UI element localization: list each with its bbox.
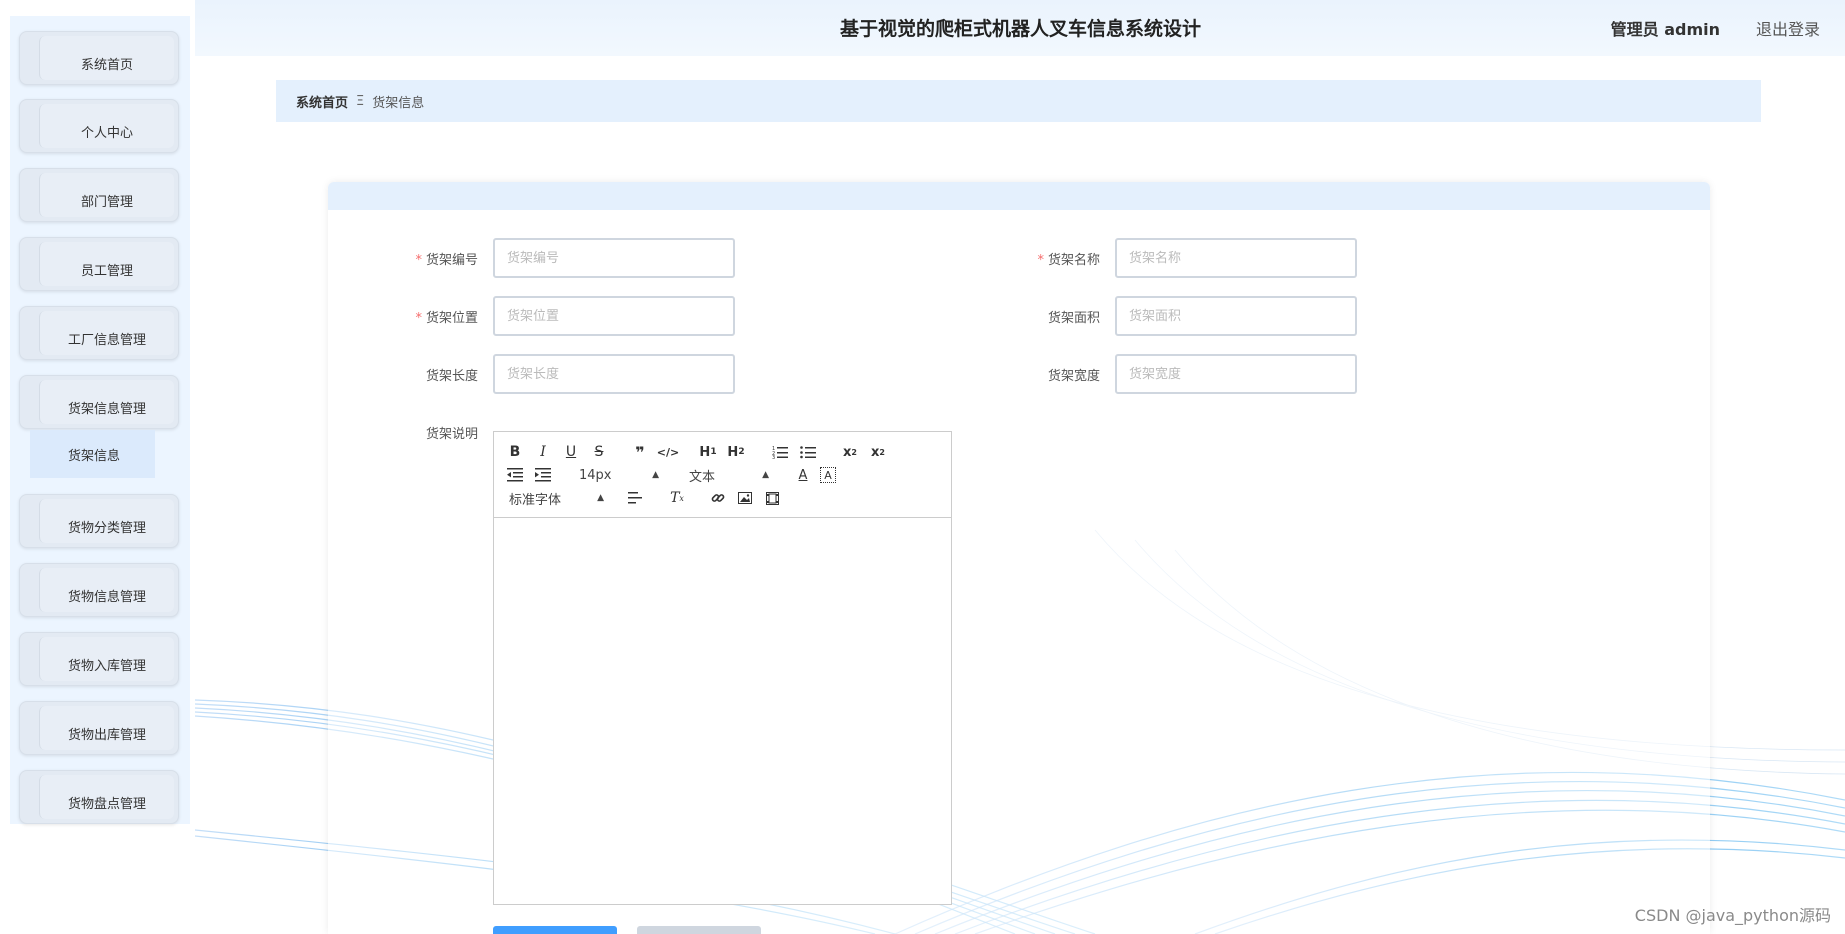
bullet-list-icon[interactable] xyxy=(797,442,819,462)
shelf-location-label-text: 货架位置 xyxy=(425,311,478,326)
breadcrumb-current: 货架信息 xyxy=(372,95,425,111)
breadcrumb-separator-icon: Ξ xyxy=(356,93,365,109)
shelf-form: *货架编号 *货架名称 *货架位置 货架面积 货架长度 货架宽度 货架说明 B … xyxy=(328,182,1710,934)
logout-link[interactable]: 退出登录 xyxy=(1756,16,1820,40)
sidebar-item-goods-outbound[interactable]: 货物出库管理 xyxy=(19,701,179,755)
italic-icon[interactable]: I xyxy=(532,442,554,462)
ordered-list-icon[interactable]: 123 xyxy=(769,442,791,462)
sidebar-item-label: 系统首页 xyxy=(39,36,174,80)
required-mark: * xyxy=(1037,253,1044,268)
breadcrumb-home[interactable]: 系统首页 xyxy=(296,92,348,111)
sidebar-item-label: 货物盘点管理 xyxy=(39,775,174,819)
watermark: CSDN @java_python源码 xyxy=(1634,906,1831,925)
rich-text-editor: B I U S ❞ </> H1 H2 123 x2 x2 14px ▲ 文本 … xyxy=(493,431,952,905)
sidebar-item-factory[interactable]: 工厂信息管理 xyxy=(19,306,179,360)
sidebar-item-label: 货物入库管理 xyxy=(39,637,174,681)
required-mark: * xyxy=(415,311,422,326)
shelf-length-input[interactable] xyxy=(493,354,735,394)
top-header: 基于视觉的爬柜式机器人叉车信息系统设计 管理员 admin 退出登录 xyxy=(195,0,1845,56)
sidebar-item-shelf[interactable]: 货架信息管理 xyxy=(19,375,179,429)
shelf-no-label: * 货架编号 xyxy=(398,249,478,268)
underline-icon[interactable]: U xyxy=(560,442,582,462)
sidebar-item-goods-category[interactable]: 货物分类管理 xyxy=(19,494,179,548)
sidebar-item-personal-center[interactable]: 个人中心 xyxy=(19,99,179,153)
shelf-location-label: * 货架位置 xyxy=(398,307,478,326)
current-user: 管理员 admin xyxy=(1610,20,1720,39)
font-family-value: 标准字体 xyxy=(509,492,562,508)
image-icon[interactable] xyxy=(734,488,756,508)
sidebar-item-label: 个人中心 xyxy=(39,104,174,148)
header1-icon[interactable]: H1 xyxy=(697,442,719,462)
editor-toolbar: B I U S ❞ </> H1 H2 123 x2 x2 14px ▲ 文本 … xyxy=(494,432,951,518)
subscript-icon[interactable]: x2 xyxy=(839,442,861,462)
block-type-select[interactable]: 文本 ▲ xyxy=(689,465,769,485)
sidebar-item-label: 货物分类管理 xyxy=(39,499,174,543)
breadcrumb: 系统首页 Ξ 货架信息 xyxy=(276,80,1761,122)
shelf-desc-label: 货架说明 xyxy=(425,427,478,442)
font-size-value: 14px xyxy=(579,467,612,483)
font-color-icon[interactable]: A xyxy=(792,465,814,485)
sidebar-item-label: 员工管理 xyxy=(39,242,174,286)
shelf-width-input[interactable] xyxy=(1115,354,1357,394)
indent-icon[interactable] xyxy=(532,465,554,485)
select-arrows-icon: ▲ xyxy=(597,493,604,503)
font-family-select[interactable]: 标准字体 ▲ xyxy=(509,488,604,508)
code-block-icon[interactable]: </> xyxy=(657,442,679,462)
sidebar-item-label: 部门管理 xyxy=(39,173,174,217)
sidebar-item-goods-info[interactable]: 货物信息管理 xyxy=(19,563,179,617)
shelf-area-label: 货架面积 xyxy=(1047,311,1100,326)
background-color-icon[interactable]: A xyxy=(820,467,836,483)
link-icon[interactable] xyxy=(707,488,729,508)
sidebar-subitem-shelf-info[interactable]: 货架信息 xyxy=(30,430,155,478)
shelf-name-input[interactable] xyxy=(1115,238,1357,278)
outdent-icon[interactable] xyxy=(504,465,526,485)
strike-icon[interactable]: S xyxy=(588,442,610,462)
sidebar-item-home[interactable]: 系统首页 xyxy=(19,31,179,85)
shelf-no-input[interactable] xyxy=(493,238,735,278)
shelf-name-label: * 货架名称 xyxy=(1020,249,1100,268)
cancel-button[interactable] xyxy=(637,926,761,934)
sidebar-item-label: 货物信息管理 xyxy=(39,568,174,612)
sidebar-item-label: 货架信息管理 xyxy=(39,380,174,424)
clear-format-icon[interactable]: Tx xyxy=(666,488,688,508)
svg-text:3: 3 xyxy=(772,455,775,459)
header2-icon[interactable]: H2 xyxy=(725,442,747,462)
font-size-select[interactable]: 14px ▲ xyxy=(579,465,659,485)
superscript-icon[interactable]: x2 xyxy=(867,442,889,462)
blockquote-icon[interactable]: ❞ xyxy=(629,442,651,462)
sidebar-item-goods-inbound[interactable]: 货物入库管理 xyxy=(19,632,179,686)
shelf-width-label: 货架宽度 xyxy=(1047,369,1100,384)
select-arrows-icon: ▲ xyxy=(652,470,659,480)
sidebar-item-label: 货物出库管理 xyxy=(39,706,174,750)
sidebar-item-goods-inventory[interactable]: 货物盘点管理 xyxy=(19,770,179,824)
form-card-header xyxy=(328,182,1710,210)
shelf-location-input[interactable] xyxy=(493,296,735,336)
page-title: 基于视觉的爬柜式机器人叉车信息系统设计 xyxy=(840,18,1202,40)
block-type-value: 文本 xyxy=(689,469,716,485)
sidebar: 系统首页 个人中心 部门管理 员工管理 工厂信息管理 货架信息管理 货架信息 货… xyxy=(0,0,195,934)
shelf-area-input[interactable] xyxy=(1115,296,1357,336)
shelf-length-label: 货架长度 xyxy=(425,369,478,384)
shelf-name-label-text: 货架名称 xyxy=(1047,253,1100,268)
shelf-no-label-text: 货架编号 xyxy=(425,253,478,268)
align-icon[interactable] xyxy=(624,488,646,508)
required-mark: * xyxy=(415,253,422,268)
sidebar-item-employee[interactable]: 员工管理 xyxy=(19,237,179,291)
bold-icon[interactable]: B xyxy=(504,442,526,462)
sidebar-item-department[interactable]: 部门管理 xyxy=(19,168,179,222)
editor-content-area[interactable] xyxy=(494,519,951,904)
submit-button[interactable] xyxy=(493,926,617,934)
video-icon[interactable] xyxy=(761,488,783,508)
sidebar-item-label: 工厂信息管理 xyxy=(39,311,174,355)
select-arrows-icon: ▲ xyxy=(762,470,769,480)
